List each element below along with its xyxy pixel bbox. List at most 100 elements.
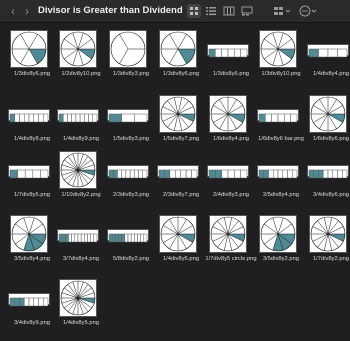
file-item[interactable]: 1/3div8y3.png	[105, 30, 157, 92]
list-view-icon[interactable]	[204, 4, 218, 18]
thumbnail-graphic	[310, 216, 346, 252]
file-item[interactable]: 1/6div8y6.png	[305, 95, 350, 157]
thumbnail-graphic	[210, 96, 246, 132]
thumbnail-graphic	[60, 31, 96, 67]
file-item[interactable]: 1/2div8y10.png	[55, 30, 107, 92]
bar-model-thumbnail	[207, 165, 249, 179]
file-item[interactable]: 3/4div8y6.png	[305, 151, 350, 213]
bar-model-thumbnail	[307, 44, 349, 58]
pie-chart-thumbnail	[259, 30, 297, 68]
file-item[interactable]: 2/4div8y3.png	[205, 151, 257, 213]
file-item[interactable]: 1/7div8y5.png	[6, 151, 58, 213]
bar-model-thumbnail	[257, 165, 299, 179]
pie-chart-thumbnail	[10, 215, 48, 253]
thumbnail-graphic	[60, 280, 96, 316]
file-item[interactable]: 1/4div8y6.png	[155, 215, 207, 277]
bar-model-thumbnail	[8, 165, 50, 179]
pie-chart-thumbnail	[309, 95, 347, 133]
chevron-right-icon[interactable]: ›	[22, 4, 32, 18]
file-item[interactable]: 1/3div8y10.png	[255, 30, 307, 92]
thumbnail-graphic	[110, 31, 146, 67]
file-item[interactable]: 5/8div8y2.png	[105, 215, 157, 277]
column-view-icon[interactable]	[222, 4, 236, 18]
group-icon[interactable]	[272, 4, 291, 18]
pie-chart-thumbnail	[159, 30, 197, 68]
file-grid: 1/3div8y6.png 1/2div8y10.png 1/3div8y3.png…	[0, 24, 350, 338]
file-item[interactable]: 1/6div8y6 bar.png	[255, 95, 307, 157]
file-item[interactable]: 1/3div8y6.png	[6, 30, 58, 92]
pie-chart-thumbnail	[59, 30, 97, 68]
file-name: 1/7div8y2.png	[312, 256, 350, 262]
file-item[interactable]: 1/5div8y7.png	[155, 95, 207, 157]
icon-view-grid-icon[interactable]	[187, 4, 201, 18]
window-title: Divisor is Greater than Dividend	[38, 5, 183, 16]
file-item[interactable]: 1/3div8y6.png	[205, 30, 257, 92]
chevron-left-icon[interactable]: ‹	[8, 4, 18, 18]
thumbnail-graphic	[11, 31, 47, 67]
thumbnail-graphic	[308, 169, 348, 179]
file-name: 1/4div8y4.png	[312, 71, 350, 77]
pie-chart-thumbnail	[259, 215, 297, 253]
thumbnail-graphic	[9, 297, 49, 307]
thumbnail-graphic	[308, 48, 348, 58]
bar-model-thumbnail	[307, 165, 349, 179]
file-item[interactable]: 1/6div8y4.png	[205, 95, 257, 157]
pie-chart-thumbnail	[10, 30, 48, 68]
pie-chart-thumbnail	[209, 215, 247, 253]
file-item[interactable]: 1/10div8y2.png	[55, 151, 107, 213]
thumbnail-graphic	[210, 216, 246, 252]
thumbnail-graphic	[158, 169, 198, 179]
thumbnail-graphic	[9, 169, 49, 179]
file-item[interactable]: 3/7div8y4.png	[55, 215, 107, 277]
pie-chart-thumbnail	[59, 151, 97, 189]
pie-chart-thumbnail	[159, 95, 197, 133]
bar-model-thumbnail	[8, 109, 50, 123]
more-options-icon[interactable]	[298, 4, 317, 18]
file-item[interactable]: 3/4div8y9.png	[6, 279, 58, 341]
file-item[interactable]: 1/7div8y5 circle.png	[205, 215, 257, 277]
thumbnail-graphic	[260, 31, 296, 67]
gallery-view-icon[interactable]	[240, 4, 254, 18]
file-item[interactable]: 1/5div8y3.png	[105, 95, 157, 157]
file-item[interactable]: 3/5div8y2.png	[255, 215, 307, 277]
pie-chart-thumbnail	[109, 30, 147, 68]
thumbnail-graphic	[108, 169, 148, 179]
thumbnail-graphic	[208, 48, 248, 58]
thumbnail-graphic	[58, 113, 98, 123]
bar-model-thumbnail	[107, 165, 149, 179]
thumbnail-graphic	[258, 169, 298, 179]
file-item[interactable]: 2/5div8y4.png	[255, 151, 307, 213]
pie-chart-thumbnail	[209, 95, 247, 133]
pie-chart-thumbnail	[159, 215, 197, 253]
thumbnail-graphic	[310, 96, 346, 132]
thumbnail-graphic	[160, 96, 196, 132]
file-name: 3/4div8y6.png	[312, 192, 350, 198]
bar-model-thumbnail	[107, 109, 149, 123]
file-item[interactable]: 2/3div8y3.png	[105, 151, 157, 213]
file-item[interactable]: 1/4div8y8.png	[6, 95, 58, 157]
bar-model-thumbnail	[57, 229, 99, 243]
file-item[interactable]: 1/7div8y2.png	[305, 215, 350, 277]
file-name: 1/6div8y6.png	[312, 136, 350, 142]
thumbnail-graphic	[9, 113, 49, 123]
bar-model-thumbnail	[57, 109, 99, 123]
thumbnail-graphic	[160, 216, 196, 252]
bar-model-thumbnail	[257, 109, 299, 123]
thumbnail-graphic	[208, 169, 248, 179]
file-item[interactable]: 1/4div8y5.png	[55, 279, 107, 341]
file-item[interactable]: 1/3div8y6.png	[155, 30, 207, 92]
thumbnail-graphic	[108, 113, 148, 123]
file-item[interactable]: 3/5div8y4.png	[6, 215, 58, 277]
file-item[interactable]: 2/3div8y7.png	[155, 151, 207, 213]
bar-model-thumbnail	[207, 44, 249, 58]
thumbnail-graphic	[258, 113, 298, 123]
file-item[interactable]: 1/4div8y4.png	[305, 30, 350, 92]
thumbnail-graphic	[160, 31, 196, 67]
thumbnail-graphic	[60, 152, 96, 188]
bar-model-thumbnail	[157, 165, 199, 179]
file-item[interactable]: 1/4div8y9.png	[55, 95, 107, 157]
toolbar: ‹ › Divisor is Greater than Dividend	[0, 0, 350, 23]
file-name: 1/4div8y5.png	[62, 320, 100, 326]
thumbnail-graphic	[108, 233, 148, 243]
pie-chart-thumbnail	[59, 279, 97, 317]
